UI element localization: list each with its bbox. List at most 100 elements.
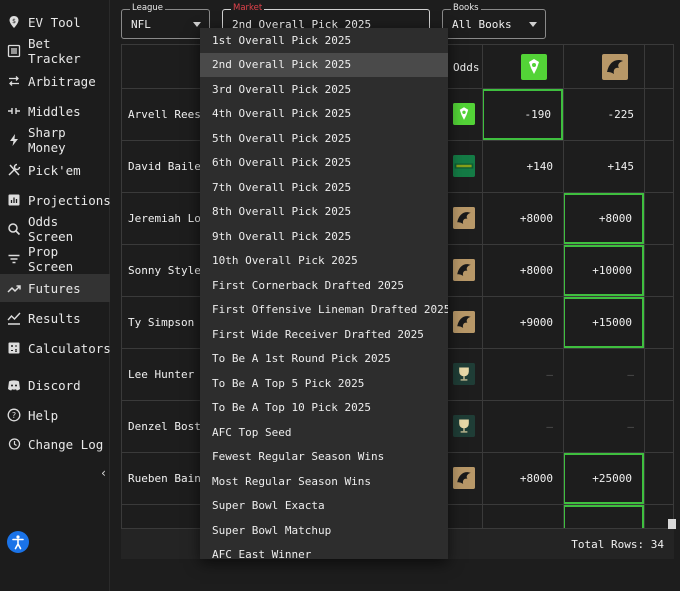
- chevron-down-icon: [529, 22, 537, 27]
- list-icon: [7, 44, 21, 58]
- market-option[interactable]: 9th Overall Pick 2025: [200, 224, 448, 248]
- draftkings-odds-cell[interactable]: +8000: [482, 193, 563, 244]
- books-select[interactable]: Books All Books: [442, 3, 546, 39]
- market-option[interactable]: Super Bowl Matchup: [200, 518, 448, 542]
- league-value: NFL: [131, 18, 151, 31]
- draftkings-odds-cell[interactable]: -190: [482, 89, 563, 140]
- sidebar-item-discord[interactable]: Discord: [0, 371, 110, 399]
- calculator-icon: [7, 341, 21, 355]
- player-name: Sonny Styles: [128, 264, 208, 277]
- market-option[interactable]: Super Bowl Exacta: [200, 494, 448, 518]
- fanatics-odds-cell[interactable]: -225: [563, 89, 644, 140]
- player-name: Arvell Reese: [128, 108, 208, 121]
- swap-arrows-icon: [7, 74, 21, 88]
- results-chart-icon: [7, 311, 21, 325]
- market-option[interactable]: 2nd Overall Pick 2025: [200, 52, 448, 77]
- sidebar-item-futures[interactable]: Futures: [0, 274, 110, 302]
- sidebar-item-odds-screen[interactable]: Odds Screen: [0, 214, 110, 244]
- market-option[interactable]: To Be A Top 10 Pick 2025: [200, 396, 448, 420]
- market-option[interactable]: AFC East Winner: [200, 543, 448, 559]
- draftkings-odds-cell[interactable]: +8000: [482, 245, 563, 296]
- market-option[interactable]: First Cornerback Drafted 2025: [200, 273, 448, 297]
- league-select[interactable]: League NFL: [121, 3, 210, 39]
- fanatics-odds-cell[interactable]: [563, 505, 644, 528]
- market-option[interactable]: 5th Overall Pick 2025: [200, 126, 448, 150]
- player-name: Rueben Bain: [128, 472, 201, 485]
- market-option[interactable]: 8th Overall Pick 2025: [200, 200, 448, 224]
- market-option[interactable]: First Offensive Lineman Drafted 2025: [200, 298, 448, 322]
- player-name: David Bailey: [128, 160, 208, 173]
- accessibility-icon[interactable]: [7, 531, 29, 553]
- sidebar-item-sharp-money[interactable]: Sharp Money: [0, 125, 110, 155]
- market-option[interactable]: 1st Overall Pick 2025: [200, 28, 448, 52]
- sidebar-item-label: Odds Screen: [28, 214, 74, 244]
- draftkings-odds-cell[interactable]: [482, 505, 563, 528]
- sidebar-item-projections[interactable]: Projections: [0, 186, 111, 214]
- sidebar-item-middles[interactable]: Middles: [0, 97, 110, 125]
- market-option[interactable]: First Wide Receiver Drafted 2025: [200, 322, 448, 346]
- fanatics-odds-cell[interactable]: +15000: [563, 297, 644, 348]
- sidebar-item-arbitrage[interactable]: Arbitrage: [0, 67, 110, 95]
- fanatics-column-icon[interactable]: [602, 54, 628, 80]
- sidebar-item-help[interactable]: ? Help: [0, 401, 110, 429]
- sidebar-item-label: Help: [28, 407, 59, 423]
- sidebar-item-label: EV Tool: [28, 14, 81, 30]
- fanatics-odds-cell[interactable]: +8000: [563, 193, 644, 244]
- market-label: Market: [231, 3, 265, 13]
- sidebar-item-label: Projections: [28, 192, 111, 208]
- sidebar-item-calculators[interactable]: Calculators: [0, 334, 111, 362]
- middles-icon: [7, 104, 21, 118]
- draftkings-logo-icon: [453, 103, 475, 125]
- market-option[interactable]: Fewest Regular Season Wins: [200, 445, 448, 469]
- market-option[interactable]: 4th Overall Pick 2025: [200, 102, 448, 126]
- sidebar-item-pick-em[interactable]: Pick'em: [0, 156, 110, 184]
- bar-chart-icon: [7, 193, 21, 207]
- sidebar-item-label: Bet Tracker: [28, 36, 81, 66]
- svg-text:?: ?: [12, 411, 16, 420]
- fanatics-odds-cell[interactable]: +25000: [563, 453, 644, 504]
- draftkings-odds-cell[interactable]: +8000: [482, 453, 563, 504]
- market-option[interactable]: To Be A 1st Round Pick 2025: [200, 347, 448, 371]
- sidebar-item-label: Pick'em: [28, 162, 81, 178]
- market-option[interactable]: 6th Overall Pick 2025: [200, 151, 448, 175]
- market-option[interactable]: 7th Overall Pick 2025: [200, 175, 448, 199]
- sidebar-item-label: Middles: [28, 103, 81, 119]
- scrollbar[interactable]: [668, 519, 676, 529]
- tools-icon: [7, 163, 21, 177]
- fanatics-logo-icon: [453, 311, 475, 333]
- sidebar-item-change-log[interactable]: Change Log: [0, 430, 110, 458]
- sidebar-item-results[interactable]: Results: [0, 304, 110, 332]
- market-option[interactable]: 3rd Overall Pick 2025: [200, 77, 448, 101]
- draftkings-odds-cell[interactable]: –: [482, 349, 563, 400]
- trophy-logo-icon: [453, 415, 475, 437]
- market-option[interactable]: AFC Top Seed: [200, 420, 448, 444]
- column-divider: [482, 45, 483, 528]
- fanatics-odds-cell[interactable]: +10000: [563, 245, 644, 296]
- fanatics-odds-cell[interactable]: –: [563, 349, 644, 400]
- sidebar-item-label: Prop Screen: [28, 244, 74, 274]
- sidebar-item-label: Results: [28, 310, 81, 326]
- help-icon: ?: [7, 408, 21, 422]
- market-option[interactable]: To Be A Top 5 Pick 2025: [200, 371, 448, 395]
- sidebar-item-prop-screen[interactable]: Prop Screen: [0, 244, 110, 274]
- books-label: Books: [451, 3, 481, 13]
- sidebar-item-bet-tracker[interactable]: Bet Tracker: [0, 36, 110, 66]
- market-dropdown-menu: 1st Overall Pick 2025 2nd Overall Pick 20…: [200, 28, 448, 559]
- draftkings-column-icon[interactable]: [521, 54, 547, 80]
- sidebar-item-label: Discord: [28, 377, 81, 393]
- sidebar-item-ev-tool[interactable]: $ EV Tool: [0, 8, 110, 36]
- dollar-pin-icon: $: [7, 15, 21, 29]
- trophy-logo-icon: [453, 363, 475, 385]
- market-option[interactable]: 10th Overall Pick 2025: [200, 249, 448, 273]
- collapse-sidebar-icon[interactable]: ‹: [100, 466, 107, 480]
- draftkings-odds-cell[interactable]: –: [482, 401, 563, 452]
- draftkings-odds-cell[interactable]: +140: [482, 141, 563, 192]
- fanatics-odds-cell[interactable]: +145: [563, 141, 644, 192]
- draftkings-odds-cell[interactable]: +9000: [482, 297, 563, 348]
- best-odds-header: Odds: [453, 61, 480, 74]
- sidebar-item-label: Sharp Money: [28, 125, 66, 155]
- lightning-icon: [7, 133, 21, 147]
- sidebar-item-label: Futures: [28, 280, 81, 296]
- market-option[interactable]: Most Regular Season Wins: [200, 469, 448, 493]
- fanatics-odds-cell[interactable]: –: [563, 401, 644, 452]
